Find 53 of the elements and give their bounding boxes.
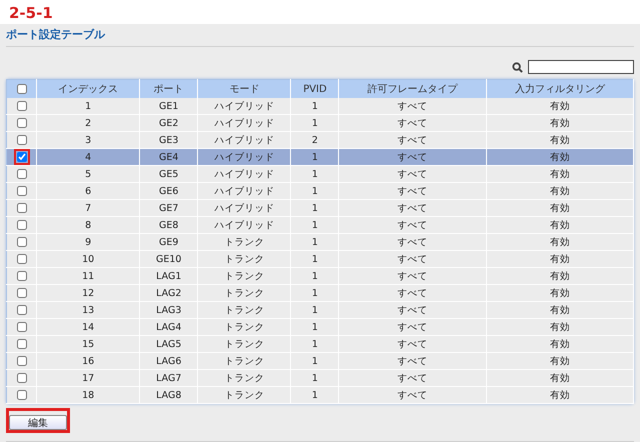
row-checkbox[interactable] <box>16 390 27 400</box>
row-checkbox[interactable] <box>16 220 27 230</box>
table-row[interactable]: 5 GE5 ハイブリッド 1 すべて 有効 <box>6 166 634 182</box>
panel-title: ポート設定テーブル <box>6 24 634 47</box>
table-row[interactable]: 2 GE2 ハイブリッド 1 すべて 有効 <box>6 114 634 132</box>
row-checkbox[interactable] <box>16 203 27 213</box>
row-checkbox[interactable] <box>16 135 27 145</box>
table-cell: トランク <box>198 386 291 404</box>
column-header: ポート <box>140 80 198 98</box>
row-checkbox[interactable] <box>16 271 27 281</box>
table-row[interactable]: 7 GE7 ハイブリッド 1 すべて 有効 <box>6 200 634 216</box>
search-icon <box>512 62 523 72</box>
table-cell: すべて <box>338 386 486 404</box>
table-row[interactable]: 10 GE10 トランク 1 すべて 有効 <box>6 250 634 268</box>
row-checkbox[interactable] <box>16 237 27 247</box>
column-header: インデックス <box>36 80 140 98</box>
table-row[interactable]: 12 LAG2 トランク 1 すべて 有効 <box>6 284 634 302</box>
row-checkbox[interactable] <box>16 288 27 298</box>
table-row[interactable]: 3 GE3 ハイブリッド 2 すべて 有効 <box>6 132 634 148</box>
column-header: モード <box>198 80 291 98</box>
table-row[interactable]: 4 GE4 ハイブリッド 1 すべて 有効 <box>6 148 634 166</box>
row-checkbox[interactable] <box>16 373 27 383</box>
table-row[interactable]: 18 LAG8 トランク 1 すべて 有効 <box>6 386 634 404</box>
row-checkbox[interactable] <box>16 152 27 162</box>
row-checkbox[interactable] <box>16 305 27 315</box>
table-row[interactable]: 6 GE6 ハイブリッド 1 すべて 有効 <box>6 182 634 200</box>
table-row[interactable]: 1 GE1 ハイブリッド 1 すべて 有効 <box>6 98 634 114</box>
row-checkbox[interactable] <box>16 339 27 349</box>
search-field[interactable] <box>528 60 634 74</box>
row-checkbox[interactable] <box>16 322 27 332</box>
row-checkbox[interactable] <box>16 356 27 366</box>
row-checkbox[interactable] <box>16 169 27 179</box>
row-checkbox[interactable] <box>16 254 27 264</box>
table-cell: 1 <box>290 386 339 404</box>
table-cell: 18 <box>36 386 140 404</box>
table-row[interactable]: 16 LAG6 トランク 1 すべて 有効 <box>6 352 634 370</box>
row-checkbox[interactable] <box>16 118 27 128</box>
table-cell: 有効 <box>486 386 634 404</box>
row-checkbox[interactable] <box>16 101 27 111</box>
row-checkbox[interactable] <box>16 186 27 196</box>
select-all-checkbox[interactable] <box>16 84 27 94</box>
table-row[interactable]: 11 LAG1 トランク 1 すべて 有効 <box>6 268 634 284</box>
table-cell: LAG8 <box>140 386 198 404</box>
table-row[interactable]: 9 GE9 トランク 1 すべて 有効 <box>6 234 634 250</box>
table-row[interactable]: 14 LAG4 トランク 1 すべて 有効 <box>6 318 634 336</box>
column-header: 入力フィルタリング <box>486 80 634 98</box>
column-header: PVID <box>290 80 339 98</box>
table-row[interactable]: 15 LAG5 トランク 1 すべて 有効 <box>6 336 634 352</box>
table-row[interactable]: 17 LAG7 トランク 1 すべて 有効 <box>6 370 634 386</box>
column-header: 許可フレームタイプ <box>338 80 486 98</box>
edit-button[interactable]: 編集 <box>9 415 67 430</box>
table-row[interactable]: 13 LAG3 トランク 1 すべて 有効 <box>6 302 634 318</box>
table-row[interactable]: 8 GE8 ハイブリッド 1 すべて 有効 <box>6 216 634 234</box>
